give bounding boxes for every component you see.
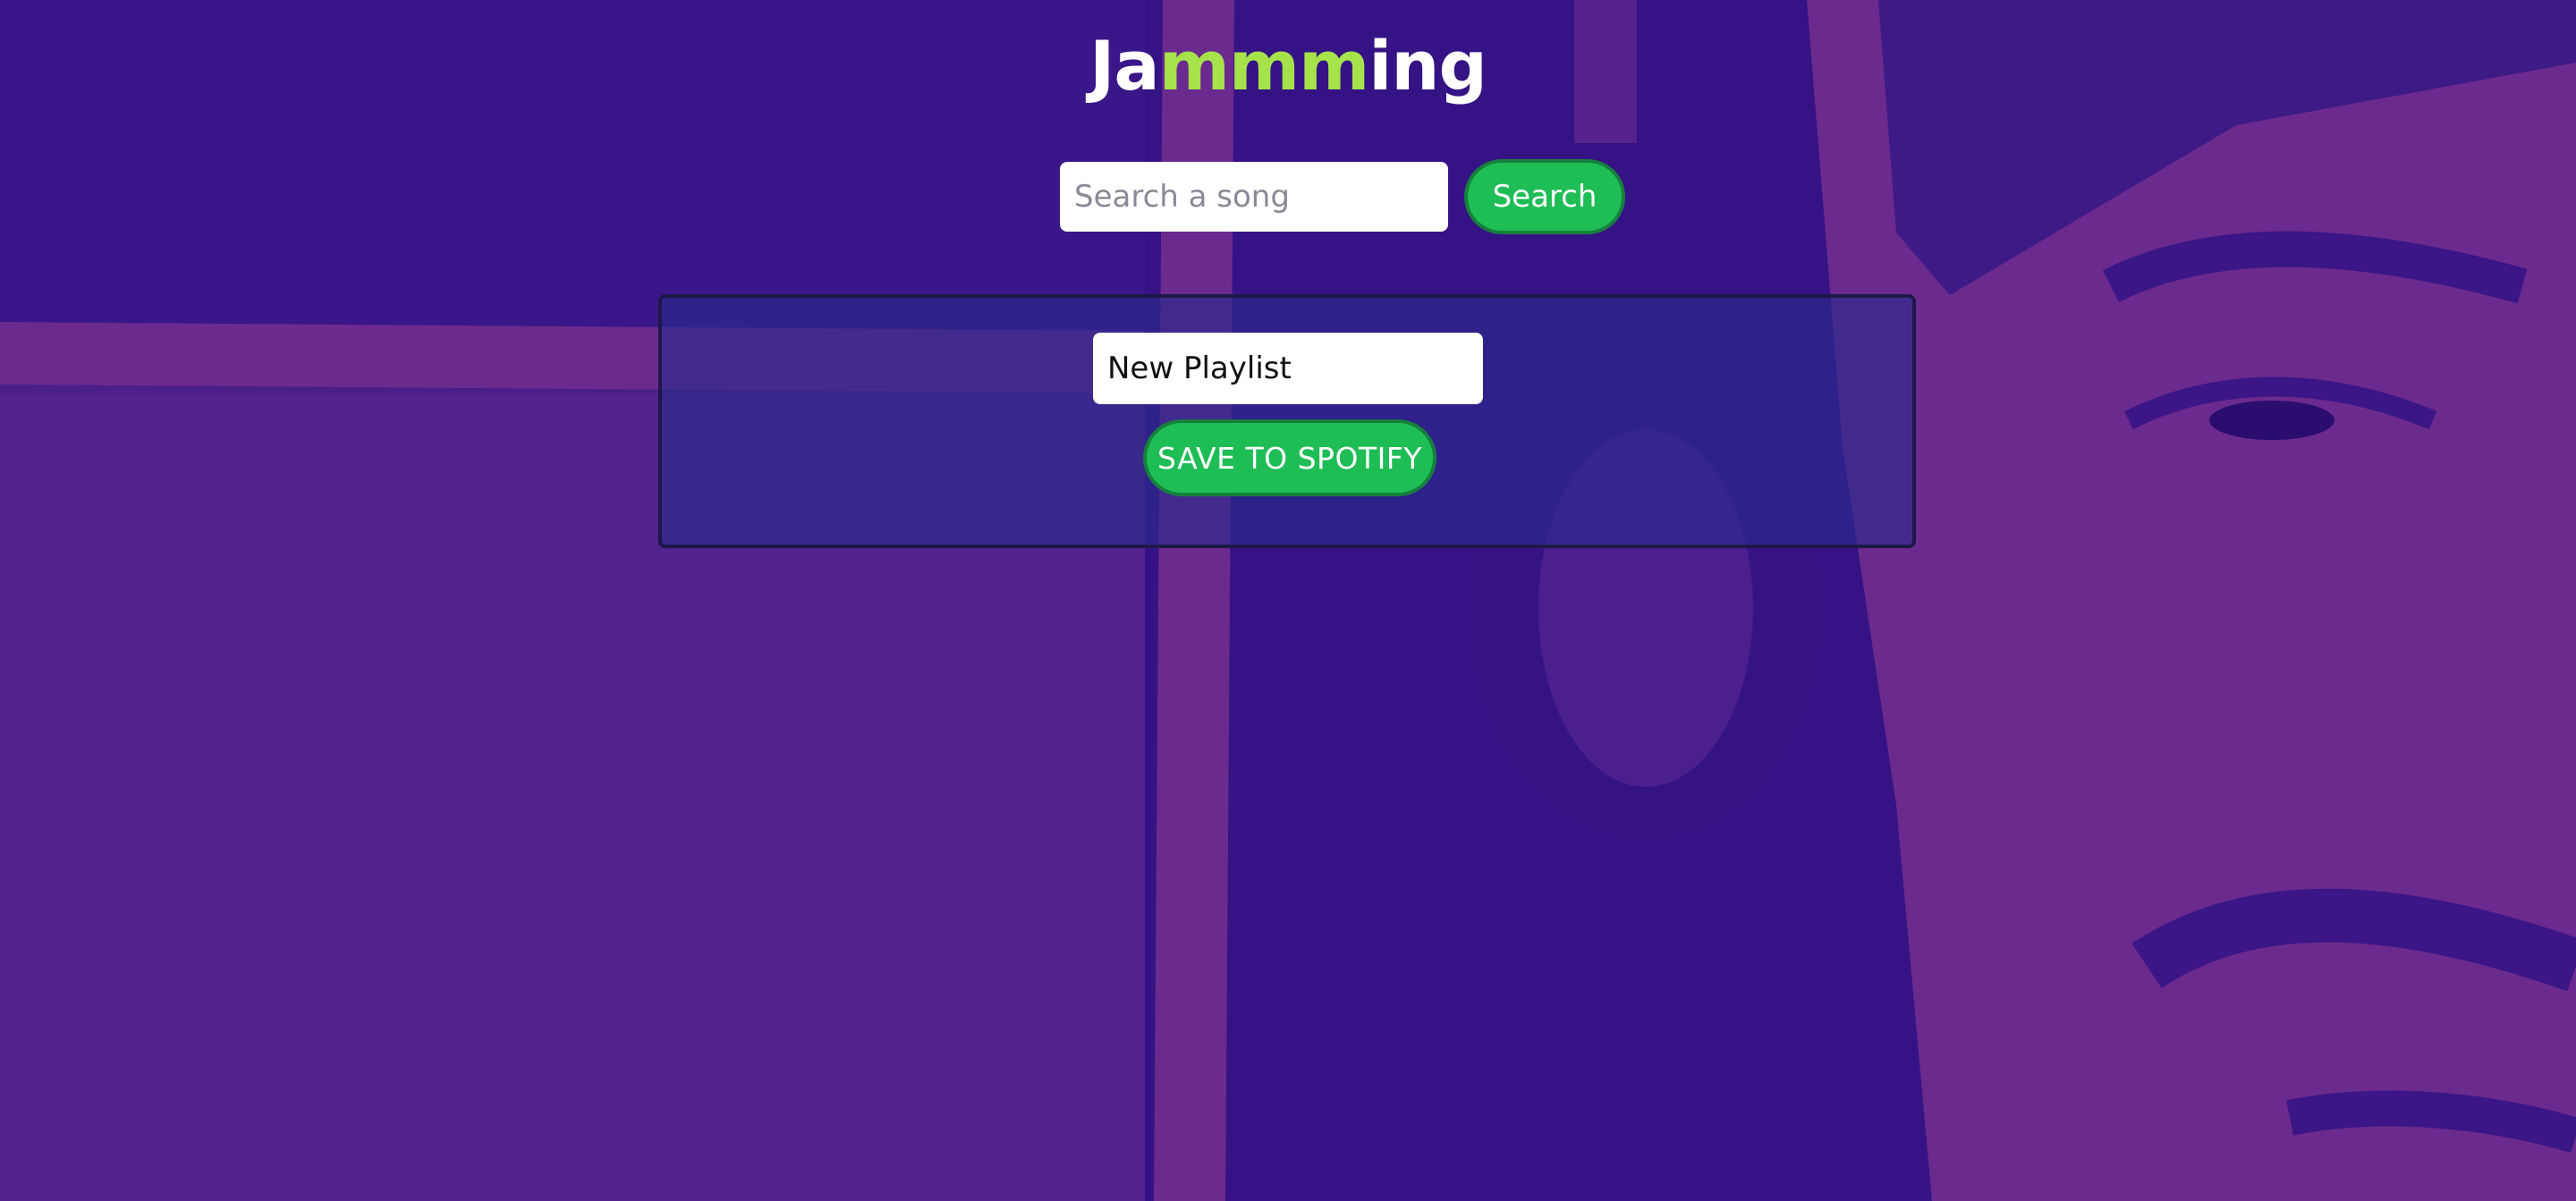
search-bar: Search	[0, 159, 2576, 234]
app-title-prefix: Ja	[1089, 26, 1160, 106]
app-title: Jammming	[1089, 25, 1487, 107]
app-title-suffix: ing	[1368, 26, 1487, 106]
app-header: Jammming	[0, 25, 2576, 107]
app-title-accent: mmm	[1158, 26, 1370, 106]
playlist-name-input[interactable]	[1093, 333, 1483, 404]
app-page: Jammming Search SAVE TO SPOTIFY	[0, 0, 2576, 1201]
playlist-panel: SAVE TO SPOTIFY	[658, 294, 1916, 548]
save-to-spotify-button[interactable]: SAVE TO SPOTIFY	[1143, 419, 1436, 496]
search-button[interactable]: Search	[1464, 159, 1625, 234]
search-input[interactable]	[1060, 162, 1448, 232]
